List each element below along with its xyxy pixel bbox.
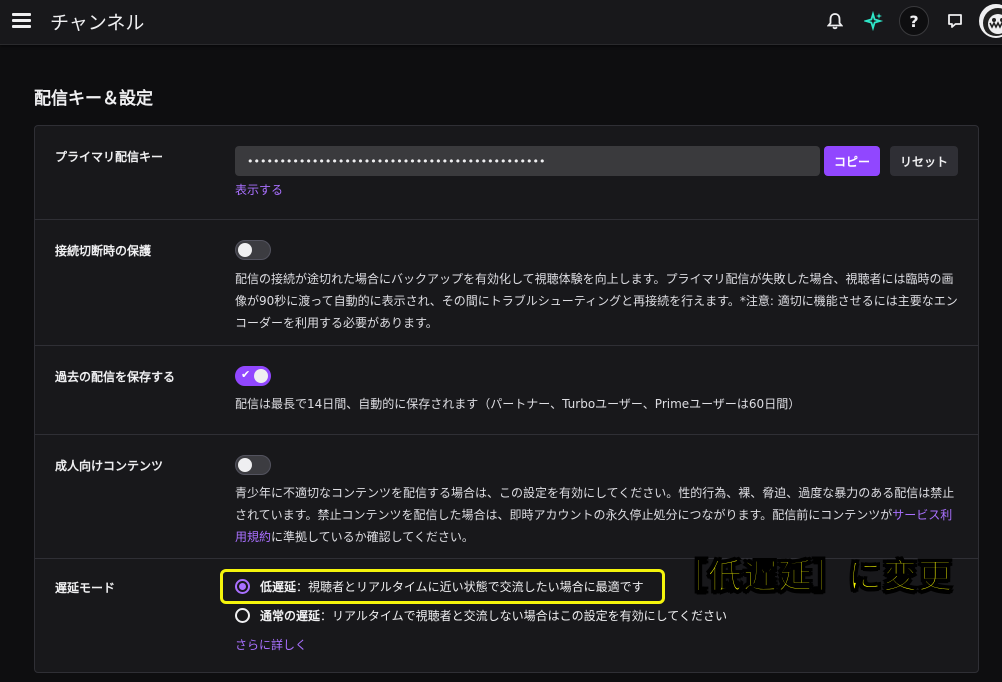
- top-bar: チャンネル ?: [0, 0, 1002, 45]
- stream-key-label: プライマリ配信キー: [55, 150, 164, 164]
- latency-mode-label: 遅延モード: [55, 581, 116, 595]
- stream-key-input[interactable]: [235, 146, 820, 176]
- save-past-toggle[interactable]: ✔: [235, 366, 271, 386]
- disconnect-protection-description: 配信の接続が途切れた場合にバックアップを有効化して視聴体験を向上します。プライマ…: [235, 272, 958, 330]
- latency-normal-radio[interactable]: [235, 608, 250, 623]
- page-title: チャンネル: [50, 12, 145, 34]
- learn-more-link[interactable]: さらに詳しく: [235, 636, 307, 653]
- save-past-description: 配信は最長で14日間、自動的に保存されます（パートナー、Turboユーザー、Pr…: [235, 397, 801, 411]
- toggle-knob: [238, 458, 252, 472]
- disconnect-protection-label: 接続切断時の保護: [55, 244, 152, 258]
- disconnect-protection-row: 接続切断時の保護 配信の接続が途切れた場合にバックアップを有効化して視聴体験を向…: [35, 220, 978, 346]
- check-icon: ✔: [241, 368, 251, 381]
- highlight-box: [220, 569, 665, 604]
- bell-icon[interactable]: [820, 6, 850, 36]
- latency-normal-desc: ：リアルタイムで視聴者と交流しない場合はこの設定を有効にしてください: [320, 609, 727, 623]
- mature-content-toggle[interactable]: [235, 455, 271, 475]
- section-title: 配信キー＆設定: [34, 89, 153, 109]
- menu-icon[interactable]: [12, 13, 31, 28]
- save-past-label: 過去の配信を保存する: [55, 370, 176, 384]
- mature-description-text: 青少年に不適切なコンテンツを配信する場合は、この設定を有効にしてください。性的行…: [235, 486, 955, 522]
- mature-description-end: に準拠しているか確認してください。: [271, 530, 474, 544]
- help-icon[interactable]: ?: [899, 6, 929, 36]
- toggle-knob: [238, 243, 252, 257]
- latency-normal-option[interactable]: 通常の遅延 ：リアルタイムで視聴者と交流しない場合はこの設定を有効にしてください: [235, 607, 727, 624]
- annotation-callout: ［低遅延］に変更: [673, 557, 953, 598]
- copy-button[interactable]: コピー: [824, 146, 880, 176]
- avatar[interactable]: [979, 4, 1002, 38]
- mature-content-description: 青少年に不適切なコンテンツを配信する場合は、この設定を有効にしてください。性的行…: [235, 482, 961, 548]
- mature-content-label: 成人向けコンテンツ: [55, 459, 164, 473]
- latency-normal-title: 通常の遅延: [260, 609, 321, 623]
- show-key-link[interactable]: 表示する: [235, 181, 283, 198]
- stream-key-row: プライマリ配信キー コピー リセット 表示する: [35, 126, 978, 220]
- sparkle-icon[interactable]: [859, 6, 889, 36]
- toggle-knob: [254, 369, 268, 383]
- mature-content-row: 成人向けコンテンツ 青少年に不適切なコンテンツを配信する場合は、この設定を有効に…: [35, 435, 978, 559]
- chat-icon[interactable]: [940, 6, 970, 36]
- disconnect-protection-toggle[interactable]: [235, 240, 271, 260]
- reset-button[interactable]: リセット: [890, 146, 958, 176]
- save-past-row: 過去の配信を保存する ✔ 配信は最長で14日間、自動的に保存されます（パートナー…: [35, 346, 978, 435]
